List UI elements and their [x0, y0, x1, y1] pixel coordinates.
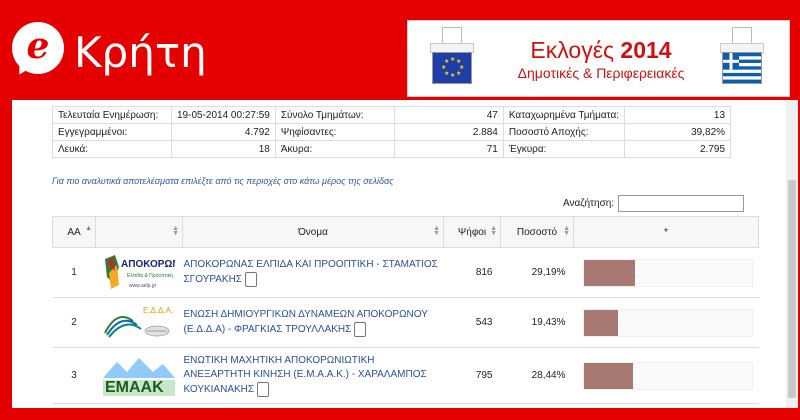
- table-row[interactable]: 2 Ε.Δ.Δ.Α. ΕΝΩΣΗ ΔΗΜΙΟΥΡΓΙΚΩΝ ΔΥΝΑΜΕΩΝ Α…: [52, 297, 759, 348]
- party-name-link[interactable]: ΕΝΩΣΗ ΔΗΜΙΟΥΡΓΙΚΩΝ ΔΥΝΑΜΕΩΝ ΑΠΟΚΟΡΩΝΟΥ (…: [184, 309, 428, 335]
- logo-url: www.aelp.gr: [129, 283, 157, 289]
- share-bar: [583, 309, 618, 336]
- sort-icon: ▲ ▼: [172, 225, 179, 237]
- party-logo-edda: Ε.Δ.Δ.Α.: [103, 303, 175, 343]
- stats-label: Ψηφίσαντες:: [274, 123, 395, 141]
- column-header-percent[interactable]: Ποσοστό ▲ ▼: [500, 216, 574, 248]
- stats-row: Λευκά: 18 Άκυρα: 71 Έγκυρα: 2.795: [52, 140, 732, 158]
- party-logo-apokoronas: ΑΠΟΚΟΡΩΝΑΣ Ελπίδα & Προοπτική www.aelp.g…: [103, 253, 193, 293]
- stats-value: 2.884: [393, 123, 504, 141]
- party-name-link[interactable]: ΑΠΟΚΟΡΩΝΑΣ ΕΛΠΙΔΑ ΚΑΙ ΠΡΟΟΠΤΙΚΗ - ΣΤΑΜΑΤ…: [184, 259, 438, 285]
- row-votes: 795: [443, 347, 501, 404]
- row-name-cell: ΕΝΩΤΙΚΗ ΜΑΧΗΤΙΚΗ ΑΠΟΚΟΡΩΝΙΩΤΙΚΗ ΑΝΕΞΑΡΤΗ…: [182, 347, 444, 404]
- page-scrollbar[interactable]: [786, 100, 798, 408]
- row-name-cell: ΑΠΟΚΟΡΩΝΑΣ ΕΛΠΙΔΑ ΚΑΙ ΠΡΟΟΠΤΙΚΗ - ΣΤΑΜΑΤ…: [182, 247, 444, 298]
- stats-value: 71: [393, 140, 504, 158]
- row-percent: 19,43%: [500, 297, 574, 348]
- logo-text: ΕΜΑΑΚ: [105, 379, 164, 396]
- column-header-logo[interactable]: ▲ ▼: [95, 216, 183, 248]
- row-votes: 816: [443, 247, 501, 298]
- stats-value: 4.792: [171, 123, 276, 141]
- column-header-bar[interactable]: *: [573, 216, 759, 248]
- row-aa: 1: [52, 247, 96, 298]
- column-header-votes[interactable]: Ψήφοι ▲ ▼: [443, 216, 501, 248]
- column-header-name[interactable]: Όνομα ▲ ▼: [182, 216, 444, 248]
- candidate-info-icon[interactable]: [245, 271, 257, 287]
- results-table: ΑΑ ▲ ▲ ▼ Όνομα ▲ ▼ Ψήφοι ▲ ▼ Ποσοστό ▲ ▼ * 1 ΑΠΟ…: [52, 216, 759, 408]
- stats-label: Καταχωρημένα Τμήματα:: [502, 106, 626, 124]
- stats-value: 18: [171, 140, 276, 158]
- row-aa: 2: [52, 297, 96, 348]
- row-percent: 29,19%: [500, 247, 574, 298]
- stats-value: 13: [624, 106, 732, 124]
- sort-icon: ▲ ▼: [490, 225, 497, 237]
- column-header-aa[interactable]: ΑΑ ▲: [52, 216, 96, 248]
- candidate-info-icon[interactable]: [354, 321, 367, 337]
- sort-asc-icon: ▲: [85, 225, 92, 232]
- row-bar-cell: [573, 297, 759, 348]
- svg-text:★: ★: [450, 72, 455, 79]
- banner-title: Εκλογές 2014: [530, 37, 672, 63]
- stats-label: Ποσοστό Αποχής:: [502, 123, 626, 141]
- details-hint: Για πιο αναλυτικά αποτελέσματα επιλέξτε …: [52, 176, 394, 186]
- logo-text: ΑΠΟΚΟΡΩΝΑΣ: [121, 259, 175, 270]
- banner-subtitle: Δημοτικές & Περιφερειακές: [517, 65, 685, 81]
- share-bar-track: [582, 361, 753, 390]
- stats-label: Τελευταία Ενημέρωση:: [52, 106, 172, 124]
- row-votes: 543: [443, 297, 501, 348]
- stats-value: 19-05-2014 00:27:59: [171, 106, 276, 124]
- table-row[interactable]: 1 ΑΠΟΚΟΡΩΝΑΣ Ελπίδα & Προοπτική www.aelp…: [52, 247, 759, 298]
- party-logo-cell: ΑΠΟΚΟΡΩΝΑΣ Ελπίδα & Προοπτική www.aelp.g…: [95, 247, 193, 298]
- stats-row: Εγγεγραμμένοι: 4.792 Ψηφίσαντες: 2.884 Π…: [52, 123, 732, 141]
- svg-text:★: ★: [444, 58, 449, 65]
- sort-icon: ▲ ▼: [433, 225, 440, 237]
- logo-subtext: Ελπίδα & Προοπτική: [127, 272, 173, 279]
- stats-value: 47: [393, 106, 504, 124]
- logo-text: Ε.Δ.Δ.Α.: [143, 306, 173, 315]
- sort-icon: ▲ ▼: [563, 225, 570, 237]
- row-bar-cell: [573, 347, 759, 404]
- svg-text:★: ★: [450, 56, 455, 63]
- party-name-link[interactable]: ΕΝΩΤΙΚΗ ΜΑΧΗΤΙΚΗ ΑΠΟΚΟΡΩΝΙΩΤΙΚΗ ΑΝΕΞΑΡΤΗ…: [184, 355, 427, 395]
- stats-label: Εγγεγραμμένοι:: [52, 123, 172, 141]
- candidate-info-icon[interactable]: [257, 381, 270, 397]
- svg-text:★: ★: [444, 70, 449, 77]
- svg-text:★: ★: [441, 64, 446, 71]
- share-bar-track: [582, 308, 753, 337]
- stats-row: Τελευταία Ενημέρωση: 19-05-2014 00:27:59…: [52, 106, 732, 124]
- share-bar-track: [582, 258, 753, 287]
- stats-label: Έγκυρα:: [502, 140, 626, 158]
- party-logo-cell: ΕΜΑΑΚ: [95, 347, 183, 404]
- results-header-row: ΑΑ ▲ ▲ ▼ Όνομα ▲ ▼ Ψήφοι ▲ ▼ Ποσοστό ▲ ▼ *: [52, 216, 759, 248]
- svg-text:★: ★: [456, 70, 461, 77]
- search-label: Αναζήτηση:: [563, 198, 615, 209]
- party-logo-cell: Ε.Δ.Δ.Α.: [95, 297, 183, 348]
- bottom-frame: [0, 408, 800, 420]
- row-aa: 3: [52, 347, 96, 404]
- row-bar-cell: [573, 247, 759, 298]
- stats-table: Τελευταία Ενημέρωση: 19-05-2014 00:27:59…: [52, 106, 732, 158]
- stats-value: 39,82%: [624, 123, 732, 141]
- site-title[interactable]: Κρήτη: [74, 28, 207, 78]
- share-bar: [583, 362, 634, 389]
- stats-label: Λευκά:: [52, 140, 172, 158]
- stats-label: Άκυρα:: [274, 140, 395, 158]
- row-percent: 28,44%: [500, 347, 574, 404]
- scrollbar-thumb[interactable]: [788, 180, 796, 398]
- search-input[interactable]: [618, 195, 744, 212]
- share-bar: [583, 259, 635, 286]
- row-name-cell: ΕΝΩΣΗ ΔΗΜΙΟΥΡΓΙΚΩΝ ΔΥΝΑΜΕΩΝ ΑΠΟΚΟΡΩΝΟΥ (…: [182, 297, 444, 348]
- party-logo-emaak: ΕΜΑΑΚ: [103, 356, 175, 396]
- site-header: e Κρήτη ★ ★ ★ ★ ★ ★ ★ ★ Εκλογές 2014 Δημοτικές …: [0, 0, 800, 100]
- elections-banner[interactable]: ★ ★ ★ ★ ★ ★ ★ ★ Εκλογές 2014 Δημοτικές & Περιφε…: [407, 20, 790, 97]
- stats-label: Σύνολο Τμημάτων:: [274, 106, 395, 124]
- table-row[interactable]: 3 ΕΜΑΑΚ ΕΝΩΤΙΚΗ ΜΑΧΗΤΙΚΗ ΑΠΟΚΟΡΩΝΙΩΤΙΚΗ …: [52, 347, 759, 404]
- results-panel: Τελευταία Ενημέρωση: 19-05-2014 00:27:59…: [12, 100, 788, 408]
- stats-value: 2.795: [624, 140, 732, 158]
